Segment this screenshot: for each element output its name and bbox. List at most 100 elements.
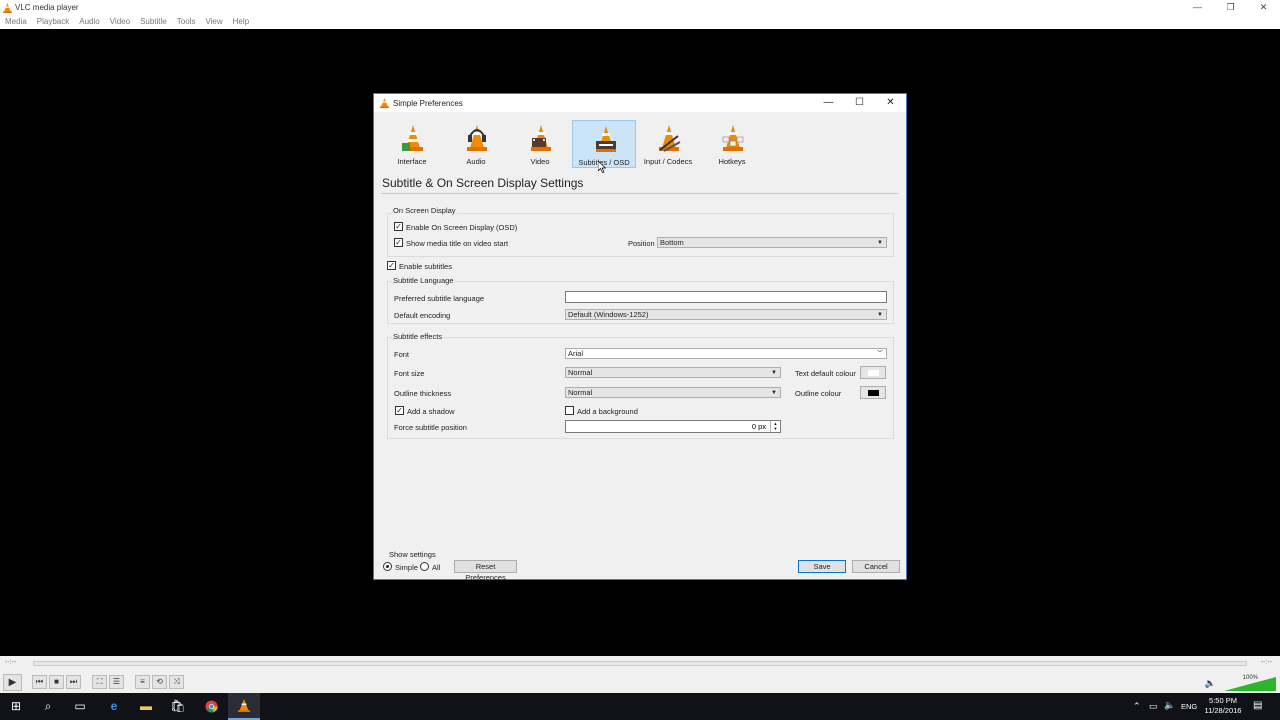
category-input-codecs[interactable]: Input / Codecs <box>636 120 700 168</box>
outline-thickness-select[interactable]: Normal ▼ <box>565 387 781 398</box>
search-icon[interactable]: ⌕ <box>32 693 64 720</box>
chevron-down-icon: ▼ <box>877 312 883 318</box>
vlc-cone-icon <box>238 699 250 712</box>
add-shadow-checkbox[interactable]: ✓ <box>395 406 404 415</box>
clock[interactable]: 5:50 PM 11/28/2016 <box>1196 696 1250 716</box>
category-audio[interactable]: Audio <box>444 120 508 168</box>
font-select-value: Arial <box>568 349 584 358</box>
close-button[interactable]: ✕ <box>1247 0 1280 15</box>
menu-video[interactable]: Video <box>110 15 130 29</box>
menu-tools[interactable]: Tools <box>177 15 196 29</box>
taskbar: ⊞ ⌕ ▭ e ▬ 🛍 ⌃ ▭ 🔈 ENG 5:50 PM 11/28/2016… <box>0 693 1280 720</box>
vlc-titlebar: VLC media player — ❐ ✕ <box>0 0 1280 15</box>
category-label: Audio <box>466 157 486 166</box>
category-interface[interactable]: Interface <box>380 120 444 168</box>
add-background-label: Add a background <box>577 407 638 416</box>
loop-button[interactable]: ⟲ <box>152 675 167 689</box>
network-icon[interactable]: ▭ <box>1149 701 1158 712</box>
menu-help[interactable]: Help <box>233 15 249 29</box>
volume-slider[interactable] <box>1224 677 1276 691</box>
volume-icon[interactable]: 🔈 <box>1164 700 1175 711</box>
save-button[interactable]: Save <box>798 560 846 573</box>
font-select[interactable]: Arial ﹀ <box>565 348 887 359</box>
outline-colour-button[interactable] <box>860 386 886 399</box>
enable-osd-checkbox[interactable]: ✓ <box>394 222 403 231</box>
menu-media[interactable]: Media <box>5 15 27 29</box>
play-button[interactable]: ▶ <box>3 674 22 691</box>
file-explorer-icon[interactable]: ▬ <box>130 693 162 720</box>
font-size-select[interactable]: Normal ▼ <box>565 367 781 378</box>
text-colour-label: Text default colour <box>795 369 856 378</box>
reset-preferences-button[interactable]: Reset Preferences <box>454 560 517 582</box>
extended-settings-button[interactable]: ☰ <box>109 675 124 689</box>
all-radio[interactable] <box>420 562 429 571</box>
previous-button[interactable]: ⏮ <box>32 675 47 689</box>
store-icon[interactable]: 🛍 <box>162 693 194 720</box>
position-select-value: Bottom <box>660 238 684 247</box>
chrome-logo-icon <box>204 700 218 713</box>
category-label: Interface <box>397 157 427 166</box>
interface-cone-icon <box>402 125 423 151</box>
menu-bar: Media Playback Audio Video Subtitle Tool… <box>0 15 1280 29</box>
simple-radio[interactable] <box>383 562 392 571</box>
dialog-titlebar[interactable]: Simple Preferences — ☐ ✕ <box>374 94 906 112</box>
outline-thickness-label: Outline thickness <box>394 389 452 398</box>
subtitle-language-group-label: Subtitle Language <box>392 276 455 285</box>
dialog-maximize-button[interactable]: ☐ <box>844 94 875 112</box>
chrome-icon[interactable] <box>195 693 227 720</box>
windows-start-icon[interactable]: ⊞ <box>0 693 32 720</box>
seek-area: --:-- --:-- <box>0 656 1280 672</box>
category-label: Video <box>530 157 550 166</box>
menu-playback[interactable]: Playback <box>37 15 69 29</box>
default-encoding-select[interactable]: Default (Windows-1252) ▼ <box>565 309 887 320</box>
menu-view[interactable]: View <box>205 15 222 29</box>
position-select[interactable]: Bottom ▼ <box>657 237 887 248</box>
next-button[interactable]: ⏭ <box>66 675 81 689</box>
notifications-icon[interactable]: ▤ <box>1253 700 1262 711</box>
outline-colour-swatch <box>868 390 879 396</box>
all-radio-label: All <box>432 563 441 572</box>
subtitle-effects-group-label: Subtitle effects <box>392 332 444 341</box>
osd-group-label: On Screen Display <box>392 206 457 215</box>
cancel-button[interactable]: Cancel <box>852 560 900 573</box>
outline-colour-label: Outline colour <box>795 389 842 398</box>
task-view-icon[interactable]: ▭ <box>64 693 96 720</box>
preferred-language-label: Preferred subtitle language <box>394 294 485 303</box>
menu-subtitle[interactable]: Subtitle <box>140 15 167 29</box>
fullscreen-button[interactable]: ⛶ <box>92 675 107 689</box>
category-video[interactable]: Video <box>508 120 572 168</box>
dialog-minimize-button[interactable]: — <box>813 94 844 112</box>
show-title-label: Show media title on video start <box>406 239 509 248</box>
hotkeys-cone-icon <box>722 125 744 151</box>
add-background-checkbox[interactable] <box>565 406 574 415</box>
add-shadow-label: Add a shadow <box>407 407 455 416</box>
tray-overflow-icon[interactable]: ⌃ <box>1133 701 1141 712</box>
dialog-close-button[interactable]: ✕ <box>875 94 906 112</box>
edge-browser-icon[interactable]: e <box>98 693 130 720</box>
playlist-button[interactable]: ≡ <box>135 675 150 689</box>
show-title-checkbox[interactable]: ✓ <box>394 238 403 247</box>
menu-audio[interactable]: Audio <box>79 15 99 29</box>
text-colour-button[interactable] <box>860 366 886 379</box>
osd-group <box>387 213 894 257</box>
seek-slider[interactable] <box>33 661 1247 666</box>
category-hotkeys[interactable]: Hotkeys <box>700 120 764 168</box>
clock-date: 11/28/2016 <box>1204 706 1242 715</box>
speaker-icon[interactable]: 🔈 <box>1205 678 1216 689</box>
restore-button[interactable]: ❐ <box>1214 0 1247 15</box>
category-label: Input / Codecs <box>643 157 693 166</box>
spin-arrows-icon[interactable]: ▲ ▼ <box>770 421 780 432</box>
vlc-taskbar-icon[interactable] <box>228 693 260 720</box>
vlc-cone-icon <box>3 3 12 13</box>
dialog-title: Simple Preferences <box>393 99 463 108</box>
enable-subtitles-checkbox[interactable]: ✓ <box>387 261 396 270</box>
force-position-spinbox[interactable]: 0 px ▲ ▼ <box>565 420 781 433</box>
shuffle-button[interactable]: ⤨ <box>169 675 184 689</box>
chevron-down-icon: ▼ <box>771 370 777 376</box>
elapsed-time: --:-- <box>5 659 17 666</box>
stop-button[interactable]: ■ <box>49 675 64 689</box>
language-indicator[interactable]: ENG <box>1181 702 1197 711</box>
preferred-language-input[interactable] <box>565 291 887 303</box>
minimize-button[interactable]: — <box>1181 0 1214 15</box>
player-controls: ▶ ⏮ ■ ⏭ ⛶ ☰ ≡ ⟲ ⤨ 🔈 100% <box>0 672 1280 693</box>
